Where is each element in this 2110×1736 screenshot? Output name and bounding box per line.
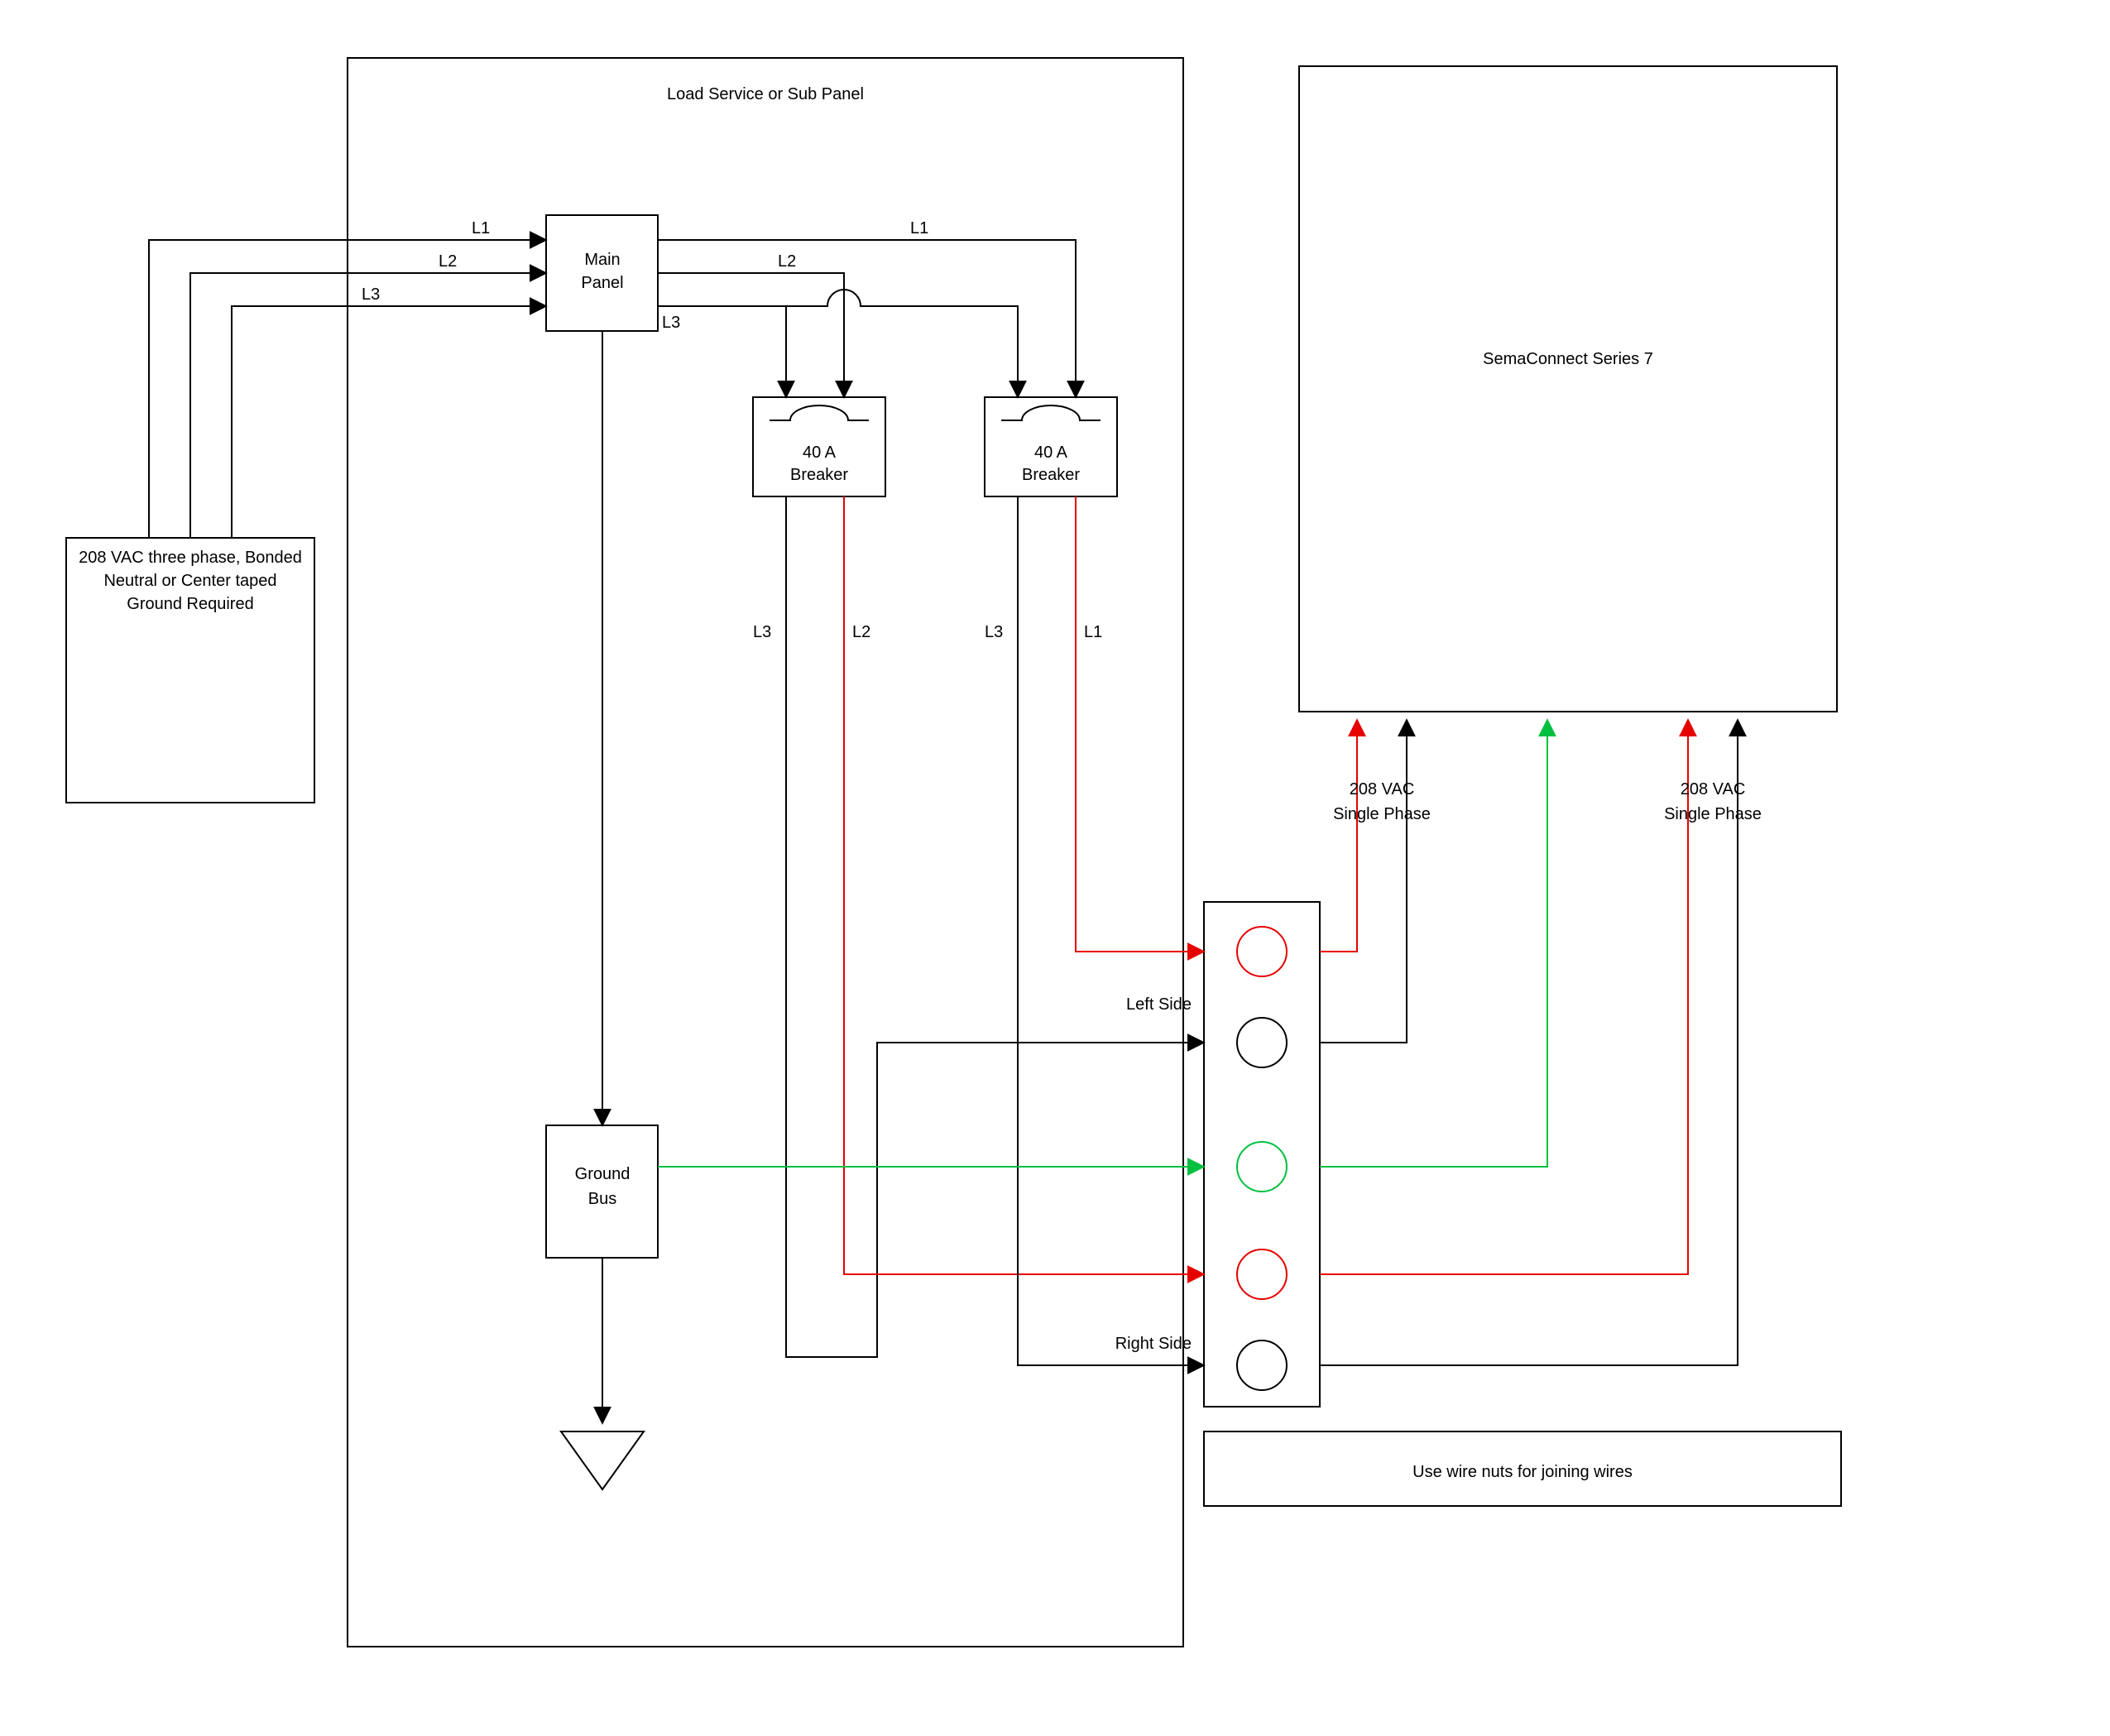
breaker-left-arc: [770, 405, 869, 420]
wire-l2-out: [658, 273, 844, 397]
l1-in-label: L1: [472, 219, 490, 237]
wire-t4-to-sema: [1320, 720, 1688, 1274]
wire-l3-in: [232, 306, 546, 538]
terminal-5: [1237, 1340, 1287, 1390]
earth-symbol: [561, 1431, 644, 1489]
breaker-right-line1: 40 A: [1034, 444, 1068, 462]
terminal-3: [1237, 1142, 1287, 1192]
wire-t2-to-sema: [1320, 720, 1407, 1043]
terminal-block: [1204, 902, 1320, 1407]
breaker-left-line1: 40 A: [803, 444, 837, 462]
breaker-right-arc: [1001, 405, 1101, 420]
wire-left-l2-to-t4: [844, 637, 1204, 1274]
breaker-left-line2: Breaker: [790, 466, 848, 484]
semaconnect-box: [1299, 66, 1837, 712]
terminal-1: [1237, 927, 1287, 976]
phase-right-2: Single Phase: [1664, 805, 1762, 823]
wire-right-l1-to-t1: [1076, 637, 1204, 952]
sema-title: SemaConnect Series 7: [1483, 350, 1653, 368]
terminal-2: [1237, 1018, 1287, 1067]
breaker-right-l1-label: L1: [1084, 623, 1102, 641]
main-panel-box: [546, 215, 658, 331]
panel-title: Load Service or Sub Panel: [667, 85, 864, 103]
breaker-right-line2: Breaker: [1022, 466, 1080, 484]
wire-l1-out: [658, 240, 1076, 397]
right-side-label: Right Side: [1115, 1335, 1192, 1353]
wire-nuts-text: Use wire nuts for joining wires: [1412, 1463, 1633, 1481]
wire-l2-in: [190, 273, 546, 538]
l2-out-label: L2: [778, 252, 796, 271]
sub-panel-box: [348, 58, 1183, 1647]
l3-in-label: L3: [362, 285, 380, 304]
terminal-4: [1237, 1249, 1287, 1299]
wire-t1-to-sema: [1320, 720, 1357, 952]
wiring-diagram: Load Service or Sub Panel 208 VAC three …: [0, 0, 2110, 1736]
breaker-right-l3-label: L3: [985, 623, 1003, 641]
phase-left-2: Single Phase: [1333, 805, 1431, 823]
l2-in-label: L2: [439, 252, 457, 271]
phase-right-1: 208 VAC: [1681, 780, 1746, 798]
ground-bus-l2: Bus: [588, 1190, 616, 1208]
breaker-left-l2-label: L2: [852, 623, 870, 641]
left-side-label: Left Side: [1126, 995, 1192, 1014]
phase-left-1: 208 VAC: [1350, 780, 1415, 798]
l1-out-label: L1: [910, 219, 928, 237]
source-text: 208 VAC three phase, Bonded Neutral or C…: [74, 546, 306, 616]
breaker-left-l3-label: L3: [753, 623, 771, 641]
main-panel-label1: Main: [584, 251, 620, 269]
l3-out-label: L3: [662, 314, 680, 332]
ground-bus-l1: Ground: [575, 1165, 631, 1183]
main-panel-label2: Panel: [581, 274, 623, 292]
